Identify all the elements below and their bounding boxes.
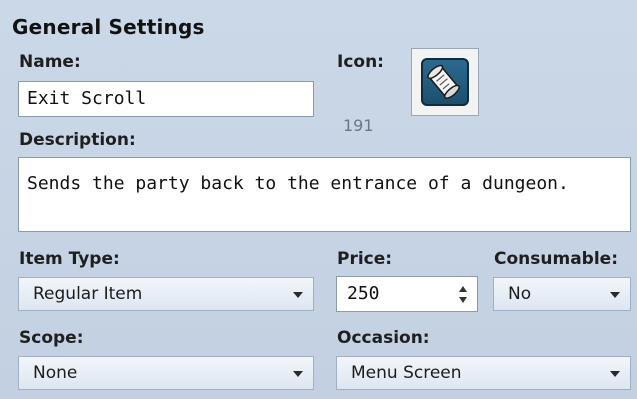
item-type-label: Item Type: (19, 249, 120, 269)
item-type-value: Regular Item (33, 284, 143, 304)
name-label: Name: (19, 52, 81, 72)
consumable-dropdown[interactable]: No (493, 277, 631, 311)
occasion-label: Occasion: (337, 328, 430, 348)
price-label: Price: (337, 249, 393, 269)
description-input[interactable]: Sends the party back to the entrance of … (18, 157, 631, 232)
decrement-arrow-icon[interactable] (459, 297, 467, 303)
scope-label: Scope: (19, 328, 84, 348)
chevron-down-icon (610, 371, 620, 377)
consumable-value: No (508, 284, 532, 304)
scope-value: None (33, 363, 78, 383)
icon-index: 191 (343, 116, 374, 135)
icon-selector[interactable] (411, 48, 479, 116)
chevron-down-icon (293, 371, 303, 377)
item-type-dropdown[interactable]: Regular Item (18, 277, 314, 311)
occasion-dropdown[interactable]: Menu Screen (336, 356, 631, 390)
scroll-icon (421, 58, 469, 106)
occasion-value: Menu Screen (351, 363, 462, 383)
section-title: General Settings (12, 15, 205, 39)
chevron-down-icon (293, 292, 303, 298)
scope-dropdown[interactable]: None (18, 356, 314, 390)
price-value: 250 (347, 283, 380, 304)
increment-arrow-icon[interactable] (459, 286, 467, 292)
general-settings-panel: General Settings Name: Exit Scroll Icon:… (0, 0, 637, 399)
description-label: Description: (19, 130, 136, 150)
price-stepper[interactable]: 250 (336, 276, 478, 312)
name-input[interactable]: Exit Scroll (18, 81, 314, 117)
chevron-down-icon (610, 292, 620, 298)
consumable-label: Consumable: (494, 249, 618, 269)
icon-label: Icon: (337, 52, 384, 72)
